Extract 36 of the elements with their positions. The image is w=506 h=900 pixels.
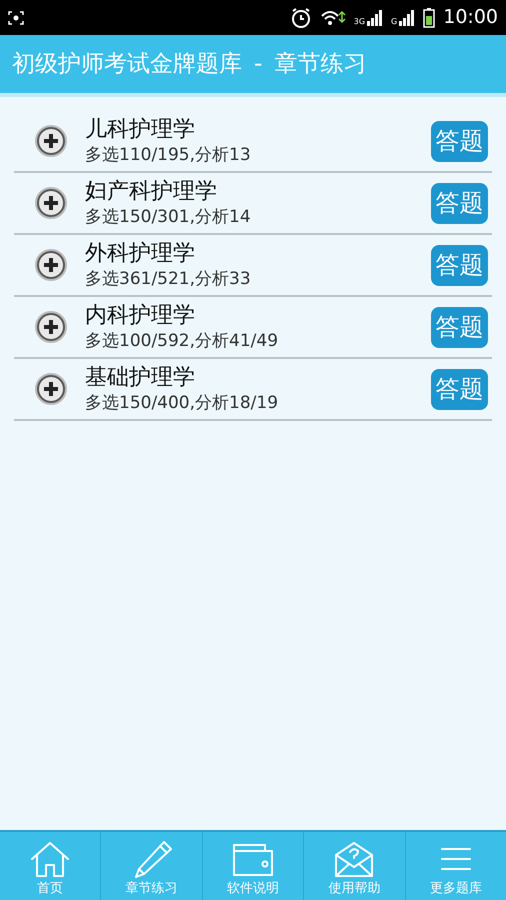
- chapter-title: 外科护理学: [85, 240, 196, 268]
- chapter-title: 基础护理学: [85, 364, 196, 392]
- tab-bar-item[interactable]: 更多题库: [404, 832, 506, 900]
- answer-button[interactable]: 答题: [431, 368, 488, 410]
- expand-icon[interactable]: [34, 124, 68, 158]
- battery-icon: [423, 8, 436, 28]
- answer-button[interactable]: 答题: [431, 306, 488, 348]
- clock: 10:00: [443, 5, 498, 30]
- alarm-icon: [290, 6, 312, 28]
- tab-bar-item[interactable]: 使用帮助: [303, 832, 405, 900]
- expand-icon[interactable]: [34, 186, 68, 220]
- expand-icon[interactable]: [34, 248, 68, 282]
- answer-button[interactable]: 答题: [431, 120, 488, 162]
- signal-icon: [367, 10, 384, 26]
- chapter-title: 妇产科护理学: [85, 178, 218, 206]
- tab-bar-item[interactable]: 章节练习: [100, 832, 202, 900]
- chapter-stats: 多选150/400,分析18/19: [85, 392, 280, 414]
- tab-bar-item[interactable]: 软件说明: [202, 832, 304, 900]
- chapter-stats: 多选150/301,分析14: [85, 206, 252, 228]
- screenshot-icon: [8, 10, 24, 24]
- answer-button[interactable]: 答题: [431, 244, 488, 286]
- page-title: 章节练习: [274, 50, 366, 79]
- tab-bar-item[interactable]: 首页: [0, 832, 100, 900]
- answer-button[interactable]: 答题: [431, 182, 488, 224]
- expand-icon[interactable]: [34, 310, 68, 344]
- expand-icon[interactable]: [34, 372, 68, 406]
- chapter-stats: 多选110/195,分析13: [85, 144, 252, 166]
- network-label: G: [391, 18, 398, 26]
- chapter-stats: 多选100/592,分析41/49: [85, 330, 280, 352]
- chapter-stats: 多选361/521,分析33: [85, 268, 252, 290]
- signal-icon: [399, 10, 416, 26]
- app-title: 初级护师考试金牌题库: [12, 50, 242, 79]
- title-separator: -: [254, 50, 262, 79]
- network-label: 3G: [354, 18, 366, 26]
- chapter-title: 内科护理学: [85, 302, 196, 330]
- chapter-title: 儿科护理学: [85, 116, 196, 144]
